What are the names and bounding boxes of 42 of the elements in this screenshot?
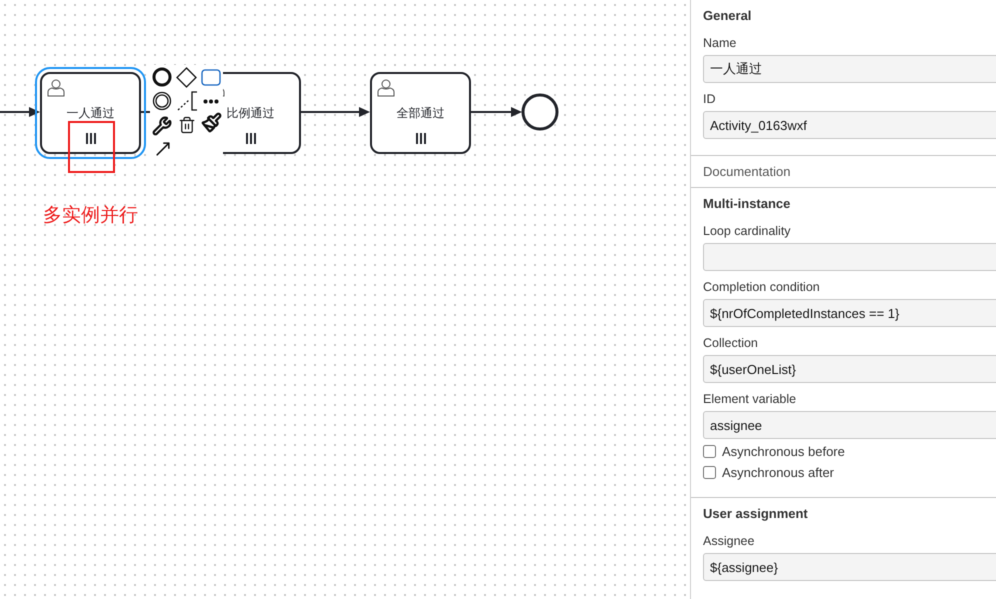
- text-field[interactable]: ${nrOfCompletedInstances == 1}: [703, 299, 996, 327]
- highlight-rectangle: [68, 121, 115, 173]
- field-label: ID: [703, 91, 716, 107]
- text-field[interactable]: ${userOneList}: [703, 355, 996, 383]
- person-icon: [376, 77, 396, 97]
- text-field[interactable]: Activity_0163wxf: [703, 111, 996, 139]
- annotation-text: 多实例并行: [43, 204, 138, 228]
- checkbox[interactable]: [703, 466, 716, 479]
- task-name: 全部通过: [396, 105, 446, 122]
- section-header[interactable]: Multi-instance: [703, 196, 984, 212]
- task-name: 一人通过: [66, 105, 116, 122]
- annotation-icon[interactable]: [177, 91, 198, 111]
- intermediate-event-icon[interactable]: [152, 91, 172, 111]
- field-label: Assignee: [703, 533, 756, 549]
- checkbox-label: Asynchronous before: [722, 442, 845, 461]
- field-label: Element variable: [703, 391, 798, 407]
- field-label: Collection: [703, 335, 759, 351]
- gateway-icon[interactable]: [176, 67, 197, 88]
- text-field[interactable]: [703, 243, 996, 271]
- text-field[interactable]: assignee: [703, 411, 996, 439]
- more-icon[interactable]: [203, 99, 219, 104]
- section-header[interactable]: General: [703, 8, 984, 24]
- field-label: Name: [703, 35, 738, 51]
- delete-icon[interactable]: [178, 116, 196, 134]
- start-event-icon[interactable]: [152, 67, 172, 87]
- text-field[interactable]: 一人通过: [703, 55, 996, 83]
- section-header[interactable]: Documentation: [703, 164, 984, 179]
- paintbrush-icon[interactable]: [201, 112, 222, 133]
- sequence-flow: [470, 107, 522, 117]
- text-field[interactable]: ${assignee}: [703, 553, 996, 581]
- task-name: 比例通过: [226, 105, 276, 122]
- field-label: Completion condition: [703, 279, 821, 295]
- end-event: [522, 94, 558, 130]
- field-label: Loop cardinality: [703, 223, 792, 239]
- checkbox-label: Asynchronous after: [722, 464, 834, 482]
- checkbox[interactable]: [703, 445, 716, 458]
- user-task[interactable]: 全部通过: [370, 72, 471, 154]
- person-icon: [46, 77, 66, 97]
- sequence-flow: [300, 107, 370, 117]
- section-header[interactable]: User assignment: [703, 506, 984, 522]
- wrench-icon[interactable]: [152, 116, 172, 136]
- sequence-flow: [0, 107, 40, 117]
